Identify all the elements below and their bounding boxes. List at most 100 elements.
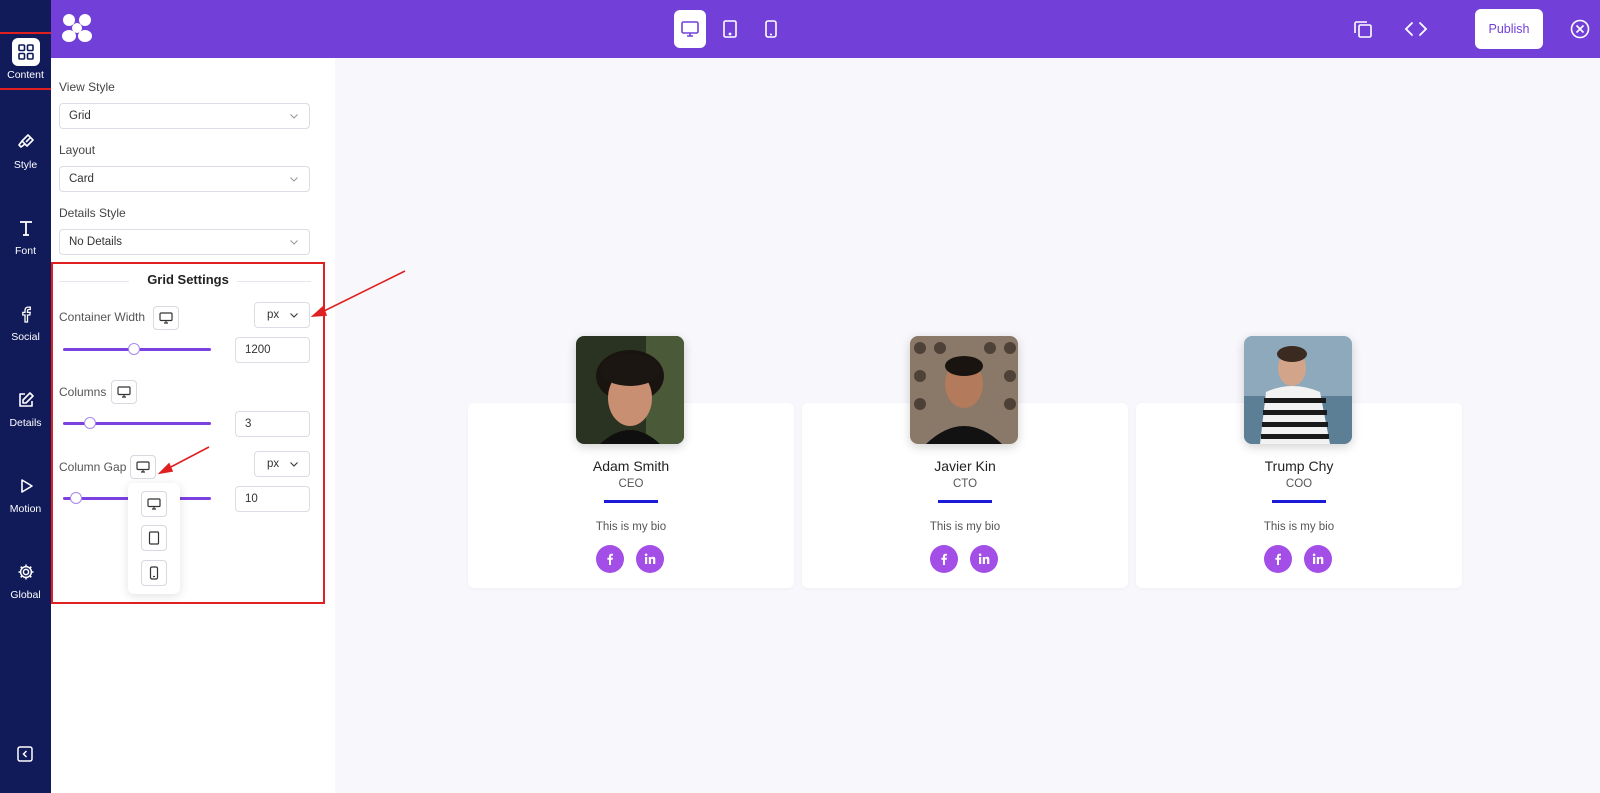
avatar bbox=[576, 336, 684, 444]
chevron-down-icon bbox=[290, 240, 298, 245]
view-style-value: Grid bbox=[69, 110, 91, 122]
left-nav: Content Style Font Social Details Motion bbox=[0, 0, 53, 793]
container-width-input[interactable] bbox=[235, 337, 310, 363]
member-role: COO bbox=[1285, 478, 1313, 490]
column-gap-device-toggle[interactable] bbox=[130, 455, 156, 479]
copy-icon[interactable] bbox=[1351, 17, 1375, 41]
section-divider bbox=[237, 281, 311, 282]
facebook-link[interactable] bbox=[1264, 545, 1292, 573]
linkedin-icon bbox=[1312, 553, 1324, 564]
avatar bbox=[1244, 336, 1352, 444]
member-role: CTO bbox=[952, 478, 978, 490]
member-name: Javier Kin bbox=[934, 458, 996, 474]
details-style-label: Details Style bbox=[59, 206, 126, 220]
play-icon bbox=[12, 472, 40, 500]
gear-icon bbox=[12, 558, 40, 586]
grid-icon bbox=[11, 38, 40, 66]
details-style-value: No Details bbox=[69, 236, 123, 248]
code-icon[interactable] bbox=[1404, 17, 1428, 41]
linkedin-icon bbox=[978, 553, 990, 564]
columns-device-toggle[interactable] bbox=[111, 380, 137, 404]
desktop-view-button[interactable] bbox=[674, 10, 706, 48]
linkedin-link[interactable] bbox=[970, 545, 998, 573]
device-popover bbox=[128, 483, 180, 594]
column-gap-unit-select[interactable]: px bbox=[254, 451, 310, 477]
container-width-slider[interactable] bbox=[63, 343, 211, 355]
chevron-down-icon bbox=[290, 313, 298, 318]
container-width-unit-select[interactable]: px bbox=[254, 302, 310, 328]
columns-label: Columns bbox=[59, 385, 107, 399]
popover-mobile-option[interactable] bbox=[141, 560, 167, 586]
nav-item-global[interactable]: Global bbox=[0, 558, 51, 618]
name-divider bbox=[938, 500, 992, 503]
publish-button[interactable]: Publish bbox=[1475, 9, 1543, 49]
slider-thumb[interactable] bbox=[70, 492, 83, 504]
mobile-icon bbox=[149, 566, 159, 580]
desktop-icon bbox=[117, 386, 131, 398]
popover-desktop-option[interactable] bbox=[141, 491, 167, 517]
nav-label-font: Font bbox=[14, 245, 36, 257]
container-width-label: Container Width bbox=[59, 310, 146, 324]
name-divider bbox=[1272, 500, 1326, 503]
chevron-down-icon bbox=[290, 462, 298, 467]
view-style-label: View Style bbox=[59, 80, 115, 94]
avatar bbox=[910, 336, 1018, 444]
facebook-link[interactable] bbox=[596, 545, 624, 573]
tablet-view-button[interactable] bbox=[714, 10, 746, 48]
member-bio: This is my bio bbox=[929, 521, 1001, 533]
layout-select[interactable]: Card bbox=[59, 166, 310, 192]
facebook-icon bbox=[941, 553, 947, 565]
view-style-select[interactable]: Grid bbox=[59, 103, 310, 129]
slider-thumb[interactable] bbox=[128, 343, 141, 355]
layout-value: Card bbox=[69, 173, 94, 185]
member-bio: This is my bio bbox=[595, 521, 667, 533]
nav-item-content[interactable]: Content bbox=[0, 32, 53, 90]
popover-tablet-option[interactable] bbox=[141, 525, 167, 551]
name-divider bbox=[604, 500, 658, 503]
slider-thumb[interactable] bbox=[83, 417, 96, 429]
facebook-link[interactable] bbox=[930, 545, 958, 573]
collapse-sidebar-icon[interactable] bbox=[15, 744, 35, 764]
nav-item-font[interactable]: Font bbox=[0, 214, 51, 274]
linkedin-icon bbox=[644, 553, 656, 564]
nav-item-motion[interactable]: Motion bbox=[0, 472, 51, 532]
nav-item-style[interactable]: Style bbox=[0, 128, 51, 188]
settings-panel: View Style Grid Layout Card Details Styl… bbox=[51, 58, 335, 793]
preview-canvas: Adam Smith CEO This is my bio Javier Kin… bbox=[335, 58, 1600, 793]
text-icon bbox=[12, 214, 40, 242]
columns-input[interactable] bbox=[235, 411, 310, 437]
container-width-device-toggle[interactable] bbox=[153, 306, 179, 330]
mobile-icon bbox=[765, 20, 777, 38]
member-role: CEO bbox=[618, 478, 644, 490]
column-gap-input[interactable] bbox=[235, 486, 310, 512]
member-name: Trump Chy bbox=[1264, 458, 1334, 474]
nav-label-social: Social bbox=[11, 331, 40, 343]
member-bio: This is my bio bbox=[1263, 521, 1335, 533]
grid-settings-title: Grid Settings bbox=[147, 272, 229, 287]
chevron-down-icon bbox=[290, 177, 298, 182]
container-width-unit: px bbox=[267, 309, 280, 321]
tablet-icon bbox=[148, 531, 160, 545]
linkedin-link[interactable] bbox=[1304, 545, 1332, 573]
nav-item-details[interactable]: Details bbox=[0, 386, 51, 446]
edit-icon bbox=[12, 386, 40, 414]
facebook-icon bbox=[12, 300, 40, 328]
column-gap-unit: px bbox=[267, 458, 280, 470]
close-icon[interactable] bbox=[1568, 17, 1592, 41]
mobile-view-button[interactable] bbox=[755, 10, 787, 48]
nav-item-social[interactable]: Social bbox=[0, 300, 51, 360]
nav-label-details: Details bbox=[9, 417, 42, 429]
desktop-icon bbox=[147, 498, 161, 510]
brush-icon bbox=[12, 128, 40, 156]
grid-settings-group: Grid Settings Container Width px Columns… bbox=[51, 262, 325, 604]
linkedin-link[interactable] bbox=[636, 545, 664, 573]
nav-label-content: Content bbox=[7, 69, 44, 81]
details-style-select[interactable]: No Details bbox=[59, 229, 310, 255]
member-name: Adam Smith bbox=[592, 458, 670, 474]
columns-slider[interactable] bbox=[63, 417, 211, 429]
top-bar: Publish bbox=[51, 0, 1600, 58]
logo-icon bbox=[60, 12, 94, 44]
desktop-icon bbox=[136, 461, 150, 473]
column-gap-label: Column Gap bbox=[59, 460, 127, 474]
layout-label: Layout bbox=[59, 143, 96, 157]
